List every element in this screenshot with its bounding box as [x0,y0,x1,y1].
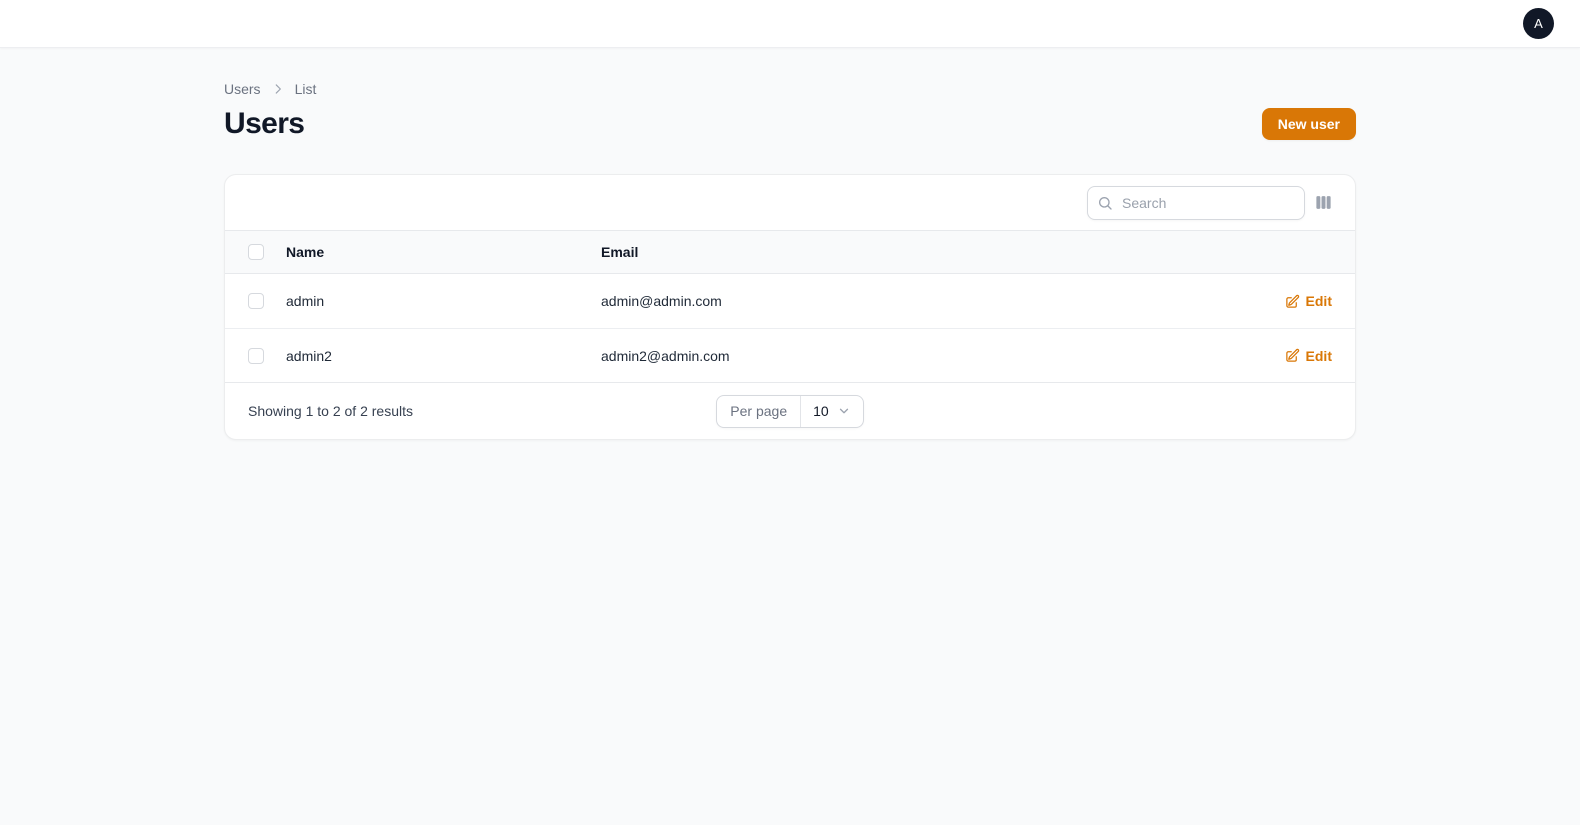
table-row[interactable]: admin admin@admin.com Edit [225,274,1355,328]
column-header-name[interactable]: Name [286,244,601,260]
cell-name: admin2 [286,347,332,364]
new-user-button[interactable]: New user [1261,108,1356,140]
edit-label: Edit [1305,347,1332,364]
cell-name: admin [286,293,325,309]
per-page-label: Per page [717,395,802,427]
per-page-value: 10 [813,403,829,419]
table-footer: Showing 1 to 2 of 2 results Per page 10 [225,382,1355,439]
breadcrumb-users[interactable]: Users [224,81,261,97]
table-row[interactable]: admin2 admin2@admin.com Edit [225,328,1355,382]
page-header: Users New user [224,107,1356,141]
edit-label: Edit [1305,293,1332,309]
search-icon [1097,195,1113,211]
breadcrumb: Users List [224,81,1356,97]
topbar: A [0,0,1580,48]
cell-email: admin2@admin.com [601,347,730,364]
table-toolbar [225,175,1355,230]
main-content: Users List Users New user Search Name Em… [224,48,1356,440]
row-checkbox[interactable] [248,347,264,364]
row-checkbox[interactable] [248,293,264,309]
cell-email: admin@admin.com [601,293,722,309]
users-table-card: Name Email admin admin@admin.com Edit [224,174,1356,440]
per-page-select[interactable]: Per page 10 [716,394,864,428]
avatar[interactable]: A [1523,8,1554,39]
page-title: Users [224,107,305,140]
chevron-right-icon [271,82,285,96]
search-input[interactable] [1087,185,1305,220]
select-all-checkbox[interactable] [248,244,264,260]
chevron-down-icon [837,404,851,418]
column-header-email[interactable]: Email [601,244,1235,260]
toggle-columns-button[interactable] [1305,185,1341,221]
pencil-square-icon [1285,294,1300,309]
table-header-row: Name Email [225,230,1355,274]
avatar-initial: A [1534,16,1543,31]
breadcrumb-list: List [294,81,317,97]
view-columns-icon [1314,193,1333,212]
pencil-square-icon [1285,348,1300,363]
edit-button[interactable]: Edit [1285,348,1332,364]
search-field [1087,185,1305,220]
results-summary: Showing 1 to 2 of 2 results [248,403,413,419]
edit-button[interactable]: Edit [1285,293,1332,309]
